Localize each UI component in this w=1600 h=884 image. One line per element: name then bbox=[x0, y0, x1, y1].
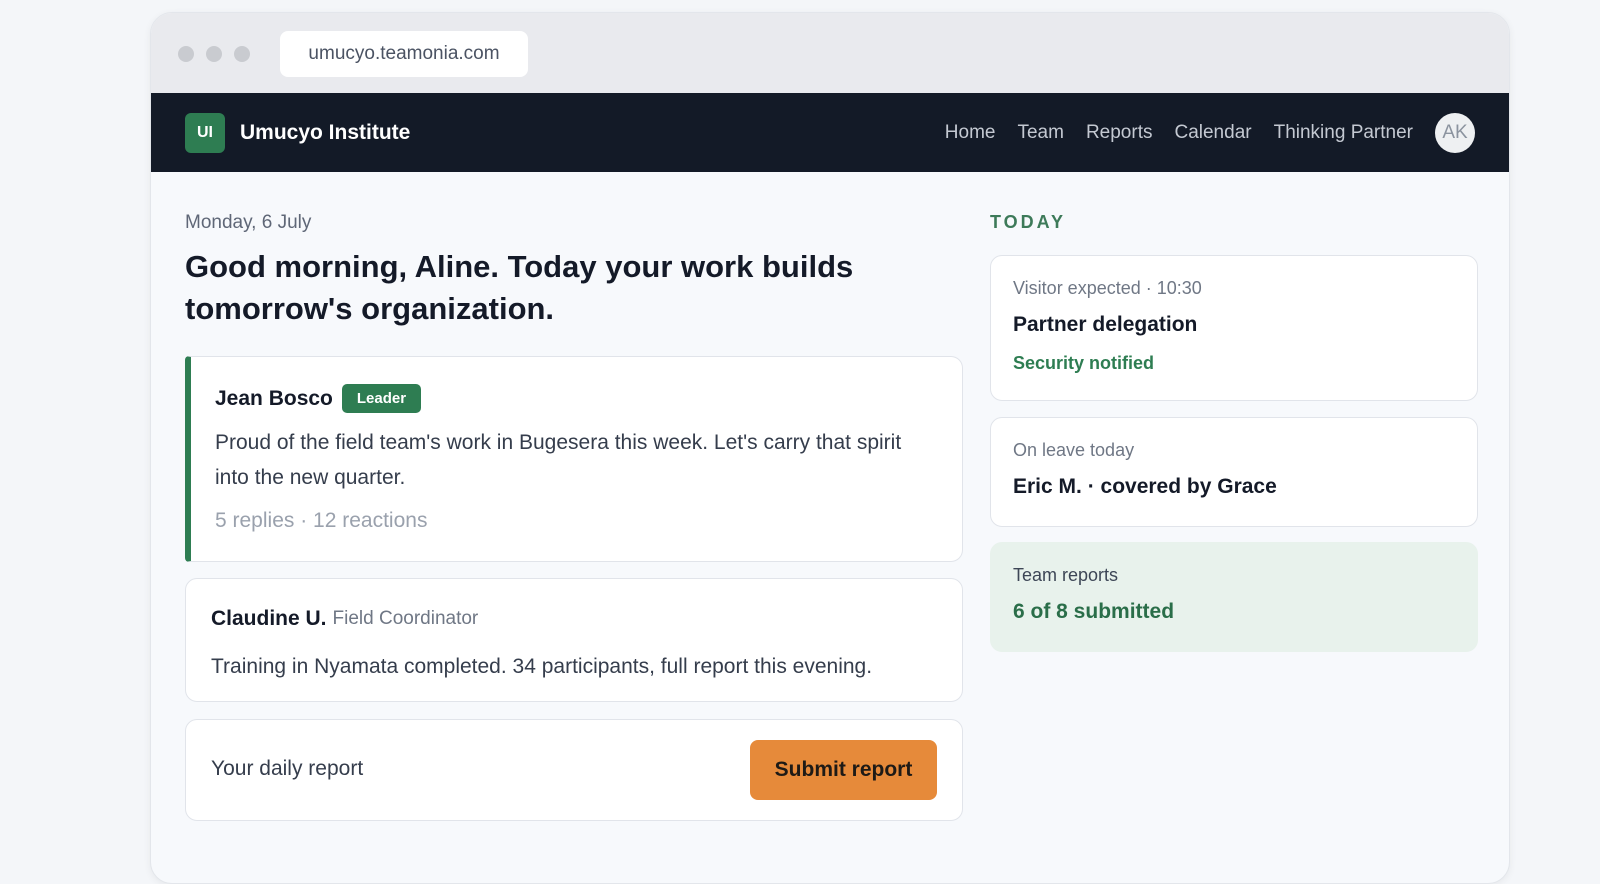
nav-links: Home Team Reports Calendar Thinking Part… bbox=[945, 112, 1475, 153]
leave-card[interactable]: On leave today Eric M. · covered by Grac… bbox=[990, 417, 1478, 527]
feed-post: Jean Bosco Leader Proud of the field tea… bbox=[185, 356, 963, 562]
author-name[interactable]: Claudine U. bbox=[211, 607, 327, 631]
logo[interactable]: UI bbox=[185, 112, 225, 153]
user-avatar[interactable]: AK bbox=[1435, 112, 1475, 153]
visitor-title: Partner delegation bbox=[1013, 313, 1198, 336]
role-badge: Leader bbox=[341, 384, 422, 413]
security-status: Security notified bbox=[1013, 353, 1155, 373]
team-reports-count: 6 of 8 submitted bbox=[1013, 600, 1175, 623]
post-body: Training in Nyamata completed. 34 partic… bbox=[211, 655, 873, 678]
post-body: Proud of the field team's work in Bugese… bbox=[215, 431, 902, 489]
daily-report-card: Your daily report Submit report bbox=[185, 719, 963, 821]
leave-title: Eric M. · covered by Grace bbox=[1013, 475, 1277, 498]
post-author: Claudine U. Field Coordinator bbox=[211, 607, 478, 631]
author-name[interactable]: Jean Bosco bbox=[215, 387, 333, 411]
maximize-dot[interactable] bbox=[234, 46, 250, 62]
window-controls bbox=[178, 46, 250, 62]
minimize-dot[interactable] bbox=[206, 46, 222, 62]
nav-reports[interactable]: Reports bbox=[1086, 122, 1153, 144]
post-author: Jean Bosco Leader bbox=[215, 384, 422, 413]
visitor-label: Visitor expected · 10:30 bbox=[1013, 278, 1202, 298]
feed-post: Claudine U. Field Coordinator Training i… bbox=[185, 578, 963, 702]
address-bar[interactable]: umucyo.teamonia.com bbox=[280, 31, 528, 77]
daily-report-label: Your daily report bbox=[211, 757, 364, 780]
nav-team[interactable]: Team bbox=[1017, 122, 1063, 144]
brand-name[interactable]: Umucyo Institute bbox=[240, 121, 410, 145]
team-reports-card[interactable]: Team reports 6 of 8 submitted bbox=[990, 542, 1478, 652]
today-heading: TODAY bbox=[990, 212, 1067, 232]
team-reports-label: Team reports bbox=[1013, 565, 1119, 585]
post-meta[interactable]: 5 replies · 12 reactions bbox=[215, 509, 427, 533]
top-navigation: UI Umucyo Institute Home Team Reports Ca… bbox=[151, 93, 1509, 172]
page-title: Good morning, Aline. Today your work bui… bbox=[185, 249, 854, 326]
submit-report-button[interactable]: Submit report bbox=[750, 740, 937, 800]
close-dot[interactable] bbox=[178, 46, 194, 62]
visitor-card[interactable]: Visitor expected · 10:30 Partner delegat… bbox=[990, 255, 1478, 401]
nav-calendar[interactable]: Calendar bbox=[1174, 122, 1251, 144]
author-role: Field Coordinator bbox=[332, 608, 479, 629]
nav-home[interactable]: Home bbox=[945, 122, 996, 144]
browser-window: umucyo.teamonia.com UI Umucyo Institute … bbox=[150, 12, 1510, 884]
leave-label: On leave today bbox=[1013, 440, 1135, 460]
browser-chrome: umucyo.teamonia.com bbox=[151, 13, 1509, 93]
current-date: Monday, 6 July bbox=[185, 212, 312, 233]
nav-thinking-partner[interactable]: Thinking Partner bbox=[1274, 122, 1413, 144]
